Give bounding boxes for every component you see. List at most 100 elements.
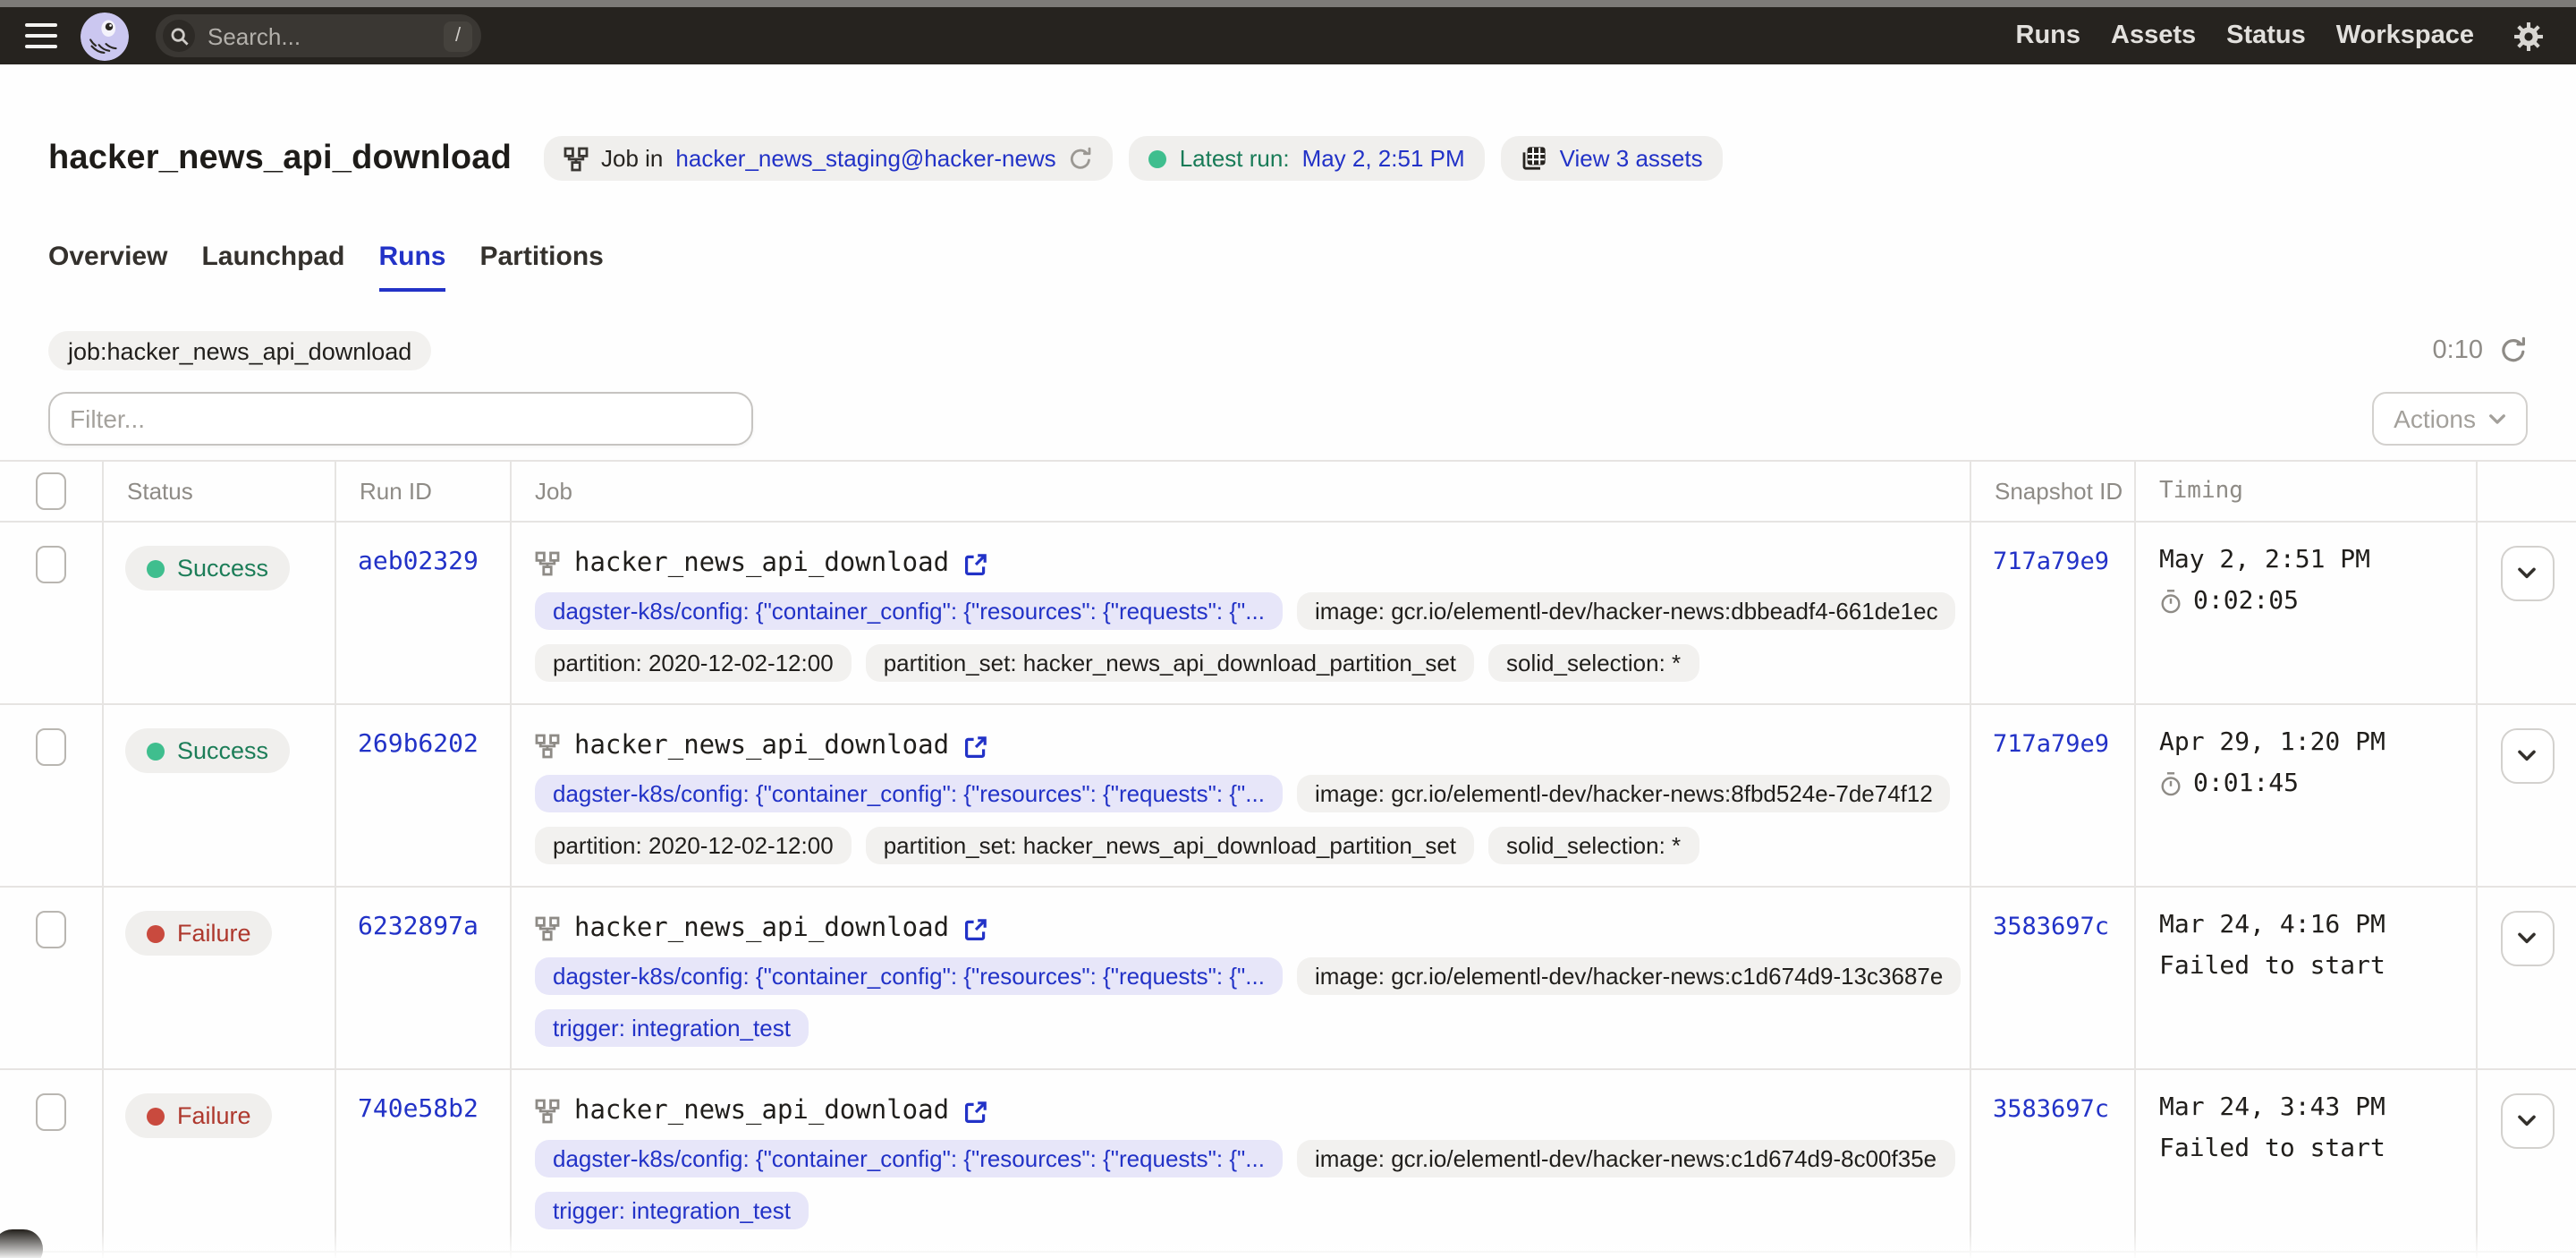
job-in-label: Job in [601, 145, 663, 172]
settings-gear-icon[interactable] [2513, 21, 2544, 51]
view-assets-link[interactable]: View 3 assets [1560, 145, 1703, 172]
table-partial-row [0, 1253, 2576, 1258]
run-tag[interactable]: image: gcr.io/elementl-dev/hacker-news:c… [1297, 957, 1961, 995]
run-tag[interactable]: trigger: integration_test [535, 1009, 809, 1047]
open-job-external-icon[interactable] [963, 735, 987, 758]
run-id-link[interactable]: 6232897a [358, 913, 479, 941]
chevron-down-icon [2488, 412, 2506, 425]
search-input[interactable] [208, 22, 431, 49]
status-badge: Success [125, 546, 290, 591]
navbar-link-workspace[interactable]: Workspace [2336, 21, 2474, 50]
column-header-actions [2476, 462, 2576, 521]
open-job-external-icon[interactable] [963, 917, 987, 940]
snapshot-id-link[interactable]: 3583697c [1993, 913, 2109, 941]
run-id-link[interactable]: 269b6202 [358, 730, 479, 759]
status-cell: Failure [102, 888, 335, 1068]
run-id-link[interactable]: 740e58b2 [358, 1095, 479, 1124]
row-menu-button[interactable] [2500, 911, 2554, 966]
page-tabs: Overview Launchpad Runs Partitions [48, 242, 2528, 292]
tab-partitions[interactable]: Partitions [479, 242, 603, 292]
tab-runs[interactable]: Runs [378, 242, 445, 292]
select-all-checkbox[interactable] [36, 472, 66, 510]
row-checkbox-cell [0, 523, 102, 703]
run-tag[interactable]: solid_selection: * [1488, 827, 1699, 864]
run-tag[interactable]: partition_set: hacker_news_api_download_… [866, 644, 1474, 682]
workflow-icon [535, 734, 560, 759]
run-tag[interactable]: partition: 2020-12-02-12:00 [535, 827, 852, 864]
open-job-external-icon[interactable] [963, 1100, 987, 1123]
snapshot-id-link[interactable]: 717a79e9 [1993, 548, 2109, 576]
navbar-link-assets[interactable]: Assets [2111, 21, 2196, 50]
tab-launchpad[interactable]: Launchpad [201, 242, 344, 292]
latest-run-time-link[interactable]: May 2, 2:51 PM [1302, 145, 1465, 172]
row-checkbox[interactable] [36, 1093, 66, 1131]
corner-widget [0, 1229, 43, 1258]
row-checkbox-cell [0, 1070, 102, 1251]
dagster-logo[interactable] [80, 12, 129, 60]
row-menu-button[interactable] [2500, 546, 2554, 601]
run-tag[interactable]: dagster-k8s/config: {"container_config":… [535, 592, 1283, 630]
open-job-external-icon[interactable] [963, 552, 987, 575]
run-tag[interactable]: image: gcr.io/elementl-dev/hacker-news:c… [1297, 1140, 1954, 1177]
filter-token-row: job:hacker_news_api_download 0:10 [48, 331, 2528, 370]
snapshot-id-link[interactable]: 3583697c [1993, 1095, 2109, 1124]
snapshot-id-link[interactable]: 717a79e9 [1993, 730, 2109, 759]
status-label: Failure [177, 1102, 251, 1129]
row-menu-button[interactable] [2500, 1093, 2554, 1149]
row-actions-cell [2476, 705, 2576, 886]
actions-button-label: Actions [2394, 404, 2476, 433]
run-tag[interactable]: image: gcr.io/elementl-dev/hacker-news:8… [1297, 775, 1951, 812]
run-tag[interactable]: dagster-k8s/config: {"container_config":… [535, 957, 1283, 995]
run-tag[interactable]: dagster-k8s/config: {"container_config":… [535, 1140, 1283, 1177]
repository-link[interactable]: hacker_news_staging@hacker-news [675, 145, 1055, 172]
status-dot [147, 559, 165, 577]
status-dot [147, 1107, 165, 1125]
row-checkbox[interactable] [36, 728, 66, 766]
run-tag[interactable]: trigger: integration_test [535, 1192, 809, 1229]
runs-filter-input[interactable] [48, 392, 753, 446]
job-cell: hacker_news_api_downloaddagster-k8s/conf… [510, 523, 1970, 703]
top-navbar: / Runs Assets Status Workspace [0, 7, 2576, 64]
tab-overview[interactable]: Overview [48, 242, 167, 292]
run-tag[interactable]: partition: 2020-12-02-12:00 [535, 644, 852, 682]
row-checkbox[interactable] [36, 911, 66, 948]
view-assets-badge: View 3 assets [1501, 136, 1723, 181]
snapshot-cell: 3583697c [1970, 888, 2134, 1068]
table-row: Failure6232897ahacker_news_api_downloadd… [0, 888, 2576, 1070]
run-duration-line: Failed to start [2159, 952, 2476, 981]
reload-repository-icon[interactable] [1069, 146, 1094, 171]
column-header-job: Job [510, 462, 1970, 521]
run-start-time: May 2, 2:51 PM [2159, 546, 2476, 574]
row-actions-cell [2476, 523, 2576, 703]
run-tag[interactable]: dagster-k8s/config: {"container_config":… [535, 775, 1283, 812]
run-tag[interactable]: image: gcr.io/elementl-dev/hacker-news:d… [1297, 592, 1956, 630]
navbar-link-runs[interactable]: Runs [2016, 21, 2081, 50]
refresh-icon[interactable] [2499, 336, 2528, 365]
tag-line: trigger: integration_test [535, 1009, 1952, 1047]
run-id-link[interactable]: aeb02329 [358, 548, 479, 576]
global-search[interactable]: / [156, 14, 481, 57]
latest-run-status-dot [1149, 149, 1167, 167]
hamburger-menu-icon[interactable] [25, 23, 57, 48]
latest-run-badge: Latest run: May 2, 2:51 PM [1130, 136, 1485, 181]
search-icon [163, 20, 195, 52]
search-shortcut-key: / [444, 21, 472, 51]
job-location-badge: Job in hacker_news_staging@hacker-news [544, 136, 1114, 181]
row-checkbox[interactable] [36, 546, 66, 583]
row-actions-cell [2476, 1070, 2576, 1251]
status-dot [147, 742, 165, 760]
job-title-line: hacker_news_api_download [535, 728, 1952, 761]
run-start-time: Apr 29, 1:20 PM [2159, 728, 2476, 757]
actions-button[interactable]: Actions [2372, 392, 2528, 446]
row-checkbox-cell [0, 888, 102, 1068]
tag-line: dagster-k8s/config: {"container_config":… [535, 592, 1952, 630]
run-tag[interactable]: partition_set: hacker_news_api_download_… [866, 827, 1474, 864]
workflow-icon [535, 1099, 560, 1124]
table-row: Failure740e58b2hacker_news_api_downloadd… [0, 1070, 2576, 1253]
run-id-cell: 6232897a [335, 888, 510, 1068]
run-tag[interactable]: solid_selection: * [1488, 644, 1699, 682]
column-header-timing: Timing [2134, 462, 2476, 521]
navbar-link-status[interactable]: Status [2226, 21, 2306, 50]
job-filter-chip[interactable]: job:hacker_news_api_download [48, 331, 431, 370]
row-menu-button[interactable] [2500, 728, 2554, 784]
